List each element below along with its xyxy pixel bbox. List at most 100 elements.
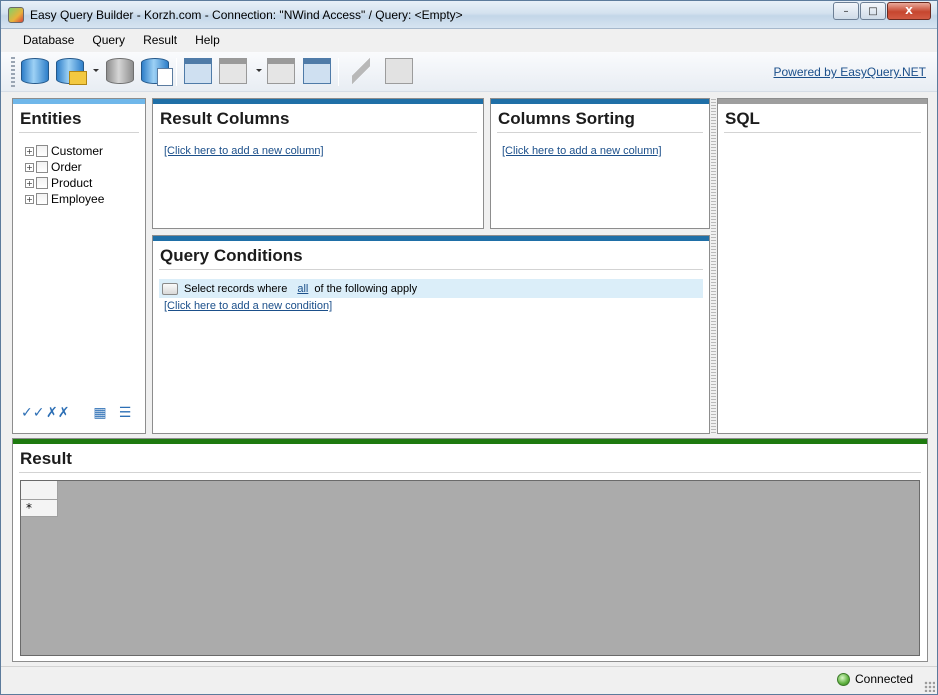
database-close-button[interactable] xyxy=(104,56,136,86)
divider xyxy=(19,132,139,133)
tree-item-order[interactable]: + Order xyxy=(25,159,104,175)
close-button[interactable]: X xyxy=(887,2,931,20)
expand-icon[interactable]: + xyxy=(25,146,34,156)
uncheck-all-icon[interactable]: ✗✗ xyxy=(46,405,69,421)
entity-checkbox[interactable] xyxy=(36,193,48,205)
divider xyxy=(19,472,921,473)
expand-icon[interactable]: + xyxy=(25,178,34,188)
list-view-icon[interactable]: ☰ xyxy=(114,405,136,421)
entities-tree: + Customer + Order + Product + Employee xyxy=(25,143,104,207)
sql-title: SQL xyxy=(725,109,760,128)
panel-header-bar xyxy=(13,99,145,104)
divider xyxy=(159,269,703,270)
query-edit-icon xyxy=(303,58,331,84)
tree-item-employee[interactable]: + Employee xyxy=(25,191,104,207)
query-save-icon xyxy=(267,58,295,84)
toolbar-separator xyxy=(338,58,339,86)
minimize-button[interactable]: – xyxy=(833,2,859,20)
entities-title: Entities xyxy=(20,109,82,128)
tree-item-product[interactable]: + Product xyxy=(25,175,104,191)
sql-panel: SQL xyxy=(717,98,928,434)
database-edit-button[interactable] xyxy=(139,56,173,86)
columns-sorting-title: Columns Sorting xyxy=(498,109,635,128)
menu-bar: Database Query Result Help xyxy=(1,30,937,52)
grid-view-icon[interactable]: ▦ xyxy=(89,405,111,421)
entities-toolbar: ✓✓ ✗✗ ▦ ☰ xyxy=(21,405,139,421)
maximize-button[interactable]: □ xyxy=(860,2,886,20)
expand-icon[interactable]: + xyxy=(25,194,34,204)
database-edit-icon xyxy=(141,58,173,86)
query-conditions-title: Query Conditions xyxy=(160,246,303,265)
execute-bolt-icon xyxy=(352,58,370,84)
tree-item-label: Customer xyxy=(51,144,104,158)
expand-icon[interactable]: + xyxy=(25,162,34,172)
result-title: Result xyxy=(20,449,72,468)
result-columns-title: Result Columns xyxy=(160,109,290,128)
vertical-splitter[interactable] xyxy=(711,99,716,434)
copy-icon xyxy=(385,58,413,84)
tree-item-label: Order xyxy=(51,160,82,174)
database-open-button[interactable] xyxy=(54,56,87,86)
entity-checkbox[interactable] xyxy=(36,161,48,173)
condition-suffix-text: of the following apply xyxy=(314,282,418,295)
add-condition-link[interactable]: [Click here to add a new condition] xyxy=(164,300,332,312)
panel-header-bar xyxy=(13,439,927,444)
entity-checkbox[interactable] xyxy=(36,177,48,189)
query-new-button[interactable] xyxy=(182,56,214,86)
condition-prefix-text: Select records where xyxy=(184,282,288,295)
result-panel: Result * xyxy=(12,438,928,662)
window-controls: – □ X xyxy=(832,2,931,20)
powered-by-link[interactable]: Powered by EasyQuery.NET xyxy=(773,65,926,79)
query-save-button[interactable] xyxy=(265,56,297,86)
panel-header-bar xyxy=(718,99,927,104)
application-window: Easy Query Builder - Korzh.com - Connect… xyxy=(0,0,938,695)
condition-operator-link[interactable]: all xyxy=(297,283,308,295)
condition-header-row: Select records where all of the followin… xyxy=(159,279,703,298)
database-connect-button[interactable] xyxy=(19,56,51,86)
query-new-icon xyxy=(184,58,212,84)
toolbar: Powered by EasyQuery.NET xyxy=(1,52,937,92)
menu-help[interactable]: Help xyxy=(186,30,229,52)
grid-new-row[interactable]: * xyxy=(21,500,58,517)
database-gray-icon xyxy=(106,58,134,84)
copy-button[interactable] xyxy=(383,56,415,86)
database-open-dropdown-icon[interactable] xyxy=(93,69,99,72)
menu-database[interactable]: Database xyxy=(14,30,83,52)
divider xyxy=(724,132,921,133)
query-edit-button[interactable] xyxy=(301,56,333,86)
toolbar-separator xyxy=(176,58,177,86)
query-open-dropdown-icon[interactable] xyxy=(256,69,262,72)
menu-result[interactable]: Result xyxy=(134,30,186,52)
entity-checkbox[interactable] xyxy=(36,145,48,157)
resize-grip[interactable] xyxy=(924,681,935,692)
tree-item-label: Product xyxy=(51,176,93,190)
check-all-icon[interactable]: ✓✓ xyxy=(21,405,44,421)
grid-corner-header[interactable] xyxy=(21,481,58,500)
panel-header-bar xyxy=(491,99,709,104)
query-conditions-panel: Query Conditions Select records where al… xyxy=(152,235,710,434)
add-column-link[interactable]: [Click here to add a new column] xyxy=(164,145,324,157)
toolbar-grip[interactable] xyxy=(11,57,15,87)
result-grid[interactable]: * xyxy=(20,480,920,656)
panel-header-bar xyxy=(153,236,709,241)
connection-status-icon xyxy=(837,673,850,686)
app-icon[interactable] xyxy=(8,7,24,23)
add-sorting-column-link[interactable]: [Click here to add a new column] xyxy=(502,145,662,157)
divider xyxy=(159,132,477,133)
execute-button[interactable] xyxy=(345,56,377,86)
panel-header-bar xyxy=(153,99,483,104)
divider xyxy=(497,132,703,133)
condition-menu-button[interactable] xyxy=(162,282,178,295)
entities-panel: Entities + Customer + Order + Product + … xyxy=(12,98,146,434)
status-bar: Connected xyxy=(1,666,937,694)
database-connect-icon xyxy=(21,58,49,84)
columns-sorting-panel: Columns Sorting [Click here to add a new… xyxy=(490,98,710,229)
query-open-button[interactable] xyxy=(217,56,249,86)
tree-item-customer[interactable]: + Customer xyxy=(25,143,104,159)
result-columns-panel: Result Columns [Click here to add a new … xyxy=(152,98,484,229)
title-bar[interactable]: Easy Query Builder - Korzh.com - Connect… xyxy=(1,1,937,29)
database-open-icon xyxy=(56,58,87,85)
connection-status-text: Connected xyxy=(855,672,914,686)
menu-query[interactable]: Query xyxy=(83,30,134,52)
window-title: Easy Query Builder - Korzh.com - Connect… xyxy=(30,8,463,22)
